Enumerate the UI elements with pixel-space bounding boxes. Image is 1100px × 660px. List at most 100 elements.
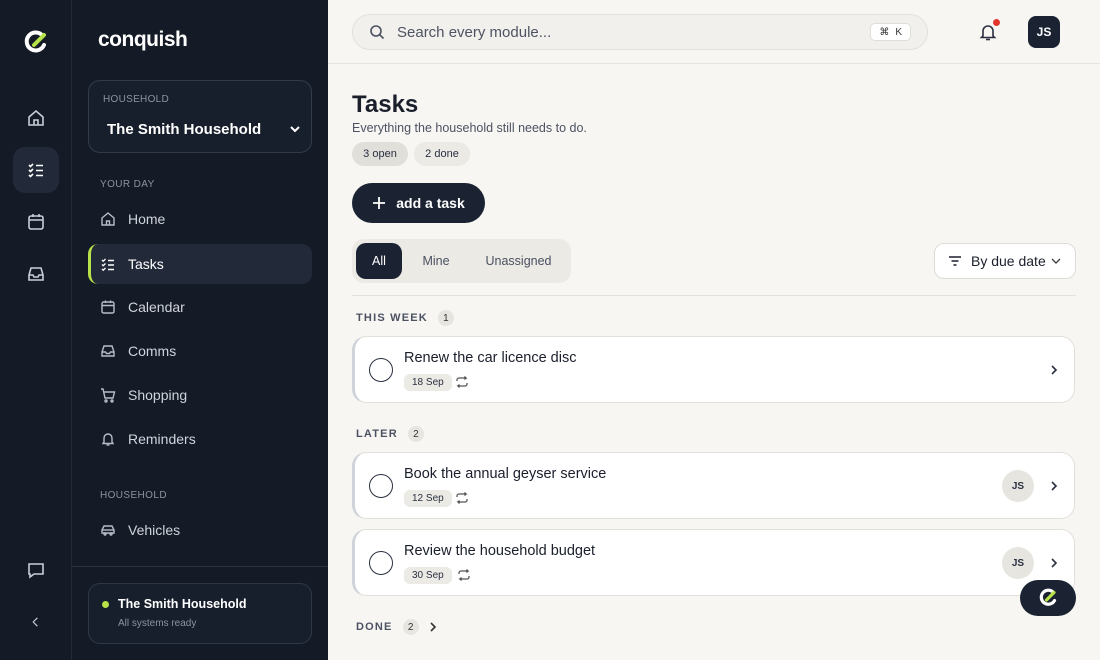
tasks-icon <box>101 258 114 272</box>
bell-icon <box>101 433 115 446</box>
group-header-later: LATER 2 <box>356 426 424 442</box>
sort-label: By due date <box>971 253 1046 269</box>
filter-unassigned[interactable]: Unassigned <box>470 243 567 279</box>
sidebar-item-label: Shopping <box>128 387 188 403</box>
group-header-done[interactable]: DONE 2 <box>356 619 439 635</box>
top-bar: ⌘ K JS <box>328 0 1100 64</box>
assignee-avatar: JS <box>1002 547 1034 579</box>
sidebar-item-calendar[interactable]: Calendar <box>88 287 312 327</box>
sidebar-item-label: Home <box>128 211 166 227</box>
chevron-right-icon <box>1051 558 1058 568</box>
chevron-right-icon <box>1051 365 1058 375</box>
brand-wordmark[interactable]: conquish <box>98 28 188 52</box>
sidebar-item-label: Vehicles <box>128 522 181 538</box>
sidebar-item-shopping[interactable]: Shopping <box>88 375 312 415</box>
calendar-icon <box>101 300 115 314</box>
task-title: Book the annual geyser service <box>404 466 607 482</box>
page-subtitle: Everything the household still needs to … <box>352 121 587 135</box>
rail-home-button[interactable] <box>13 95 59 141</box>
chat-icon <box>28 563 44 579</box>
calendar-icon <box>28 214 44 230</box>
add-task-label: add a task <box>396 195 465 211</box>
sidebar-item-comms[interactable]: Comms <box>88 331 312 371</box>
repeat-icon <box>456 492 468 504</box>
assignee-filter: All Mine Unassigned <box>352 239 571 283</box>
chevron-right-icon <box>430 622 436 632</box>
sidebar-item-reminders[interactable]: Reminders <box>88 419 312 459</box>
home-icon <box>28 109 44 126</box>
task-title: Review the household budget <box>404 543 596 559</box>
household-status-card[interactable]: The Smith Household All systems ready <box>88 583 312 644</box>
sidebar-item-label: Reminders <box>128 431 196 447</box>
assistant-fab[interactable] <box>1020 580 1076 616</box>
task-due-date: 30 Sep <box>404 567 452 584</box>
task-card[interactable]: Book the annual geyser service 12 Sep JS <box>352 452 1075 519</box>
rail-chat-button[interactable] <box>13 547 59 593</box>
status-household-name: The Smith Household <box>118 597 247 611</box>
icon-rail <box>0 0 72 660</box>
sort-dropdown[interactable]: By due date <box>934 243 1076 279</box>
group-header-this-week: THIS WEEK 1 <box>356 310 454 326</box>
add-task-button[interactable]: add a task <box>352 183 485 223</box>
search-shortcut-hint: ⌘ K <box>870 23 911 41</box>
household-name: The Smith Household <box>107 121 262 138</box>
sidebar-item-tasks[interactable]: Tasks <box>88 244 312 284</box>
user-avatar[interactable]: JS <box>1028 16 1060 48</box>
sidebar: conquish HOUSEHOLD The Smith Household Y… <box>72 0 328 660</box>
task-checkbox[interactable] <box>369 551 393 575</box>
task-card[interactable]: Renew the car licence disc 18 Sep <box>352 336 1075 403</box>
inbox-icon <box>28 267 44 281</box>
household-switcher[interactable]: HOUSEHOLD The Smith Household <box>88 80 312 153</box>
household-label: HOUSEHOLD <box>103 94 170 105</box>
home-icon <box>101 212 115 226</box>
chevron-down-icon <box>1051 258 1061 264</box>
chevron-right-icon <box>1051 481 1058 491</box>
sidebar-item-label: Comms <box>128 343 177 359</box>
task-card[interactable]: Review the household budget 30 Sep JS <box>352 529 1075 596</box>
task-due-date: 18 Sep <box>404 374 452 391</box>
list-divider <box>352 295 1076 296</box>
sidebar-item-home[interactable]: Home <box>88 199 312 239</box>
assignee-avatar: JS <box>1002 470 1034 502</box>
inbox-icon <box>101 345 115 357</box>
plus-icon <box>373 197 386 209</box>
sidebar-item-label: Calendar <box>128 299 185 315</box>
filter-mine[interactable]: Mine <box>402 243 470 279</box>
rail-tasks-button[interactable] <box>13 147 59 193</box>
search-input[interactable] <box>397 23 837 41</box>
task-checkbox[interactable] <box>369 474 393 498</box>
repeat-icon <box>456 376 468 388</box>
status-dot <box>102 601 109 608</box>
sidebar-item-vehicles[interactable]: Vehicles <box>88 510 312 550</box>
tasks-page: Tasks Everything the household still nee… <box>328 64 1100 660</box>
filter-lines-icon <box>949 256 961 266</box>
task-checkbox[interactable] <box>369 358 393 382</box>
chevron-left-icon <box>32 617 38 627</box>
task-due-date: 12 Sep <box>404 490 452 507</box>
page-title: Tasks <box>352 91 419 118</box>
search-icon <box>370 25 385 40</box>
shortcut-key: K <box>895 26 902 38</box>
rail-collapse-button[interactable] <box>13 599 59 645</box>
group-count: 1 <box>437 310 454 326</box>
chevron-down-icon <box>290 126 300 133</box>
task-title: Renew the car licence disc <box>404 350 577 366</box>
search-bar[interactable]: ⌘ K <box>352 14 928 50</box>
notifications-button[interactable] <box>978 19 1000 42</box>
section-label-household: HOUSEHOLD <box>100 490 167 501</box>
rail-inbox-button[interactable] <box>13 251 59 297</box>
filter-all[interactable]: All <box>356 243 402 279</box>
open-count-badge: 3 open <box>352 142 408 166</box>
cart-icon <box>101 388 116 403</box>
status-text: All systems ready <box>118 618 197 629</box>
command-key-icon: ⌘ <box>879 26 890 38</box>
sidebar-item-label: Tasks <box>128 256 164 272</box>
done-count-badge: 2 done <box>414 142 470 166</box>
conquish-logo-icon[interactable] <box>22 28 50 56</box>
conquish-logo-icon <box>1039 588 1057 606</box>
group-count: 2 <box>402 619 419 635</box>
rail-calendar-button[interactable] <box>13 199 59 245</box>
notification-badge <box>993 19 1000 26</box>
sidebar-divider <box>72 566 328 567</box>
tasks-icon <box>28 163 43 178</box>
